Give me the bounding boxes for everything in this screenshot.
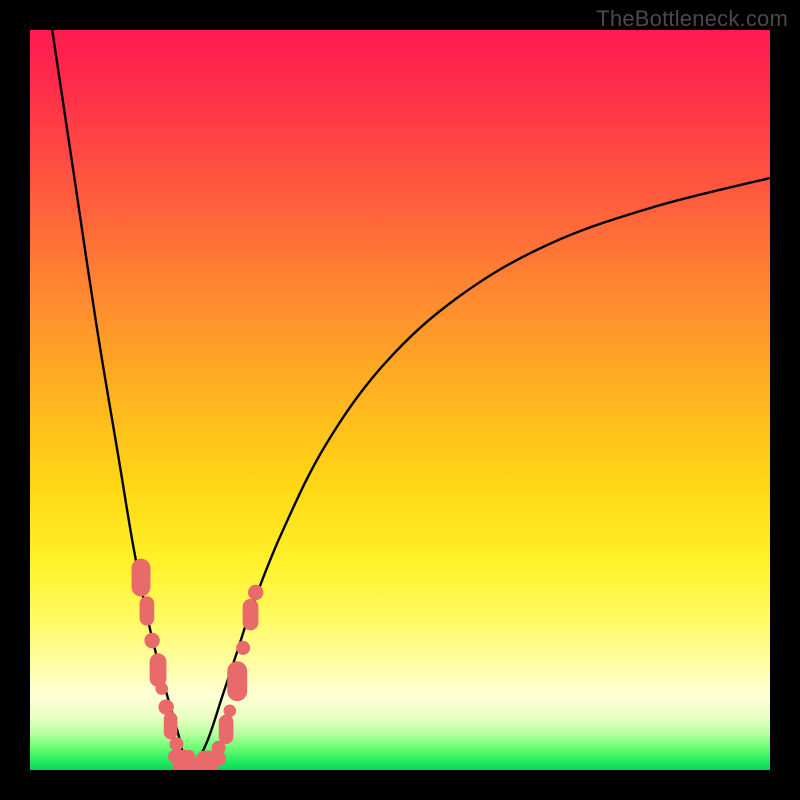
- marker-18: [248, 585, 263, 600]
- marker-6: [164, 712, 178, 739]
- plot-area: [30, 30, 770, 770]
- curve-right-branch: [193, 178, 770, 770]
- marker-4: [155, 682, 168, 695]
- marker-0: [132, 559, 151, 597]
- marker-17: [243, 599, 259, 631]
- marker-15: [227, 661, 247, 701]
- chart-frame: TheBottleneck.com: [0, 0, 800, 800]
- curve-left-branch: [52, 30, 193, 770]
- marker-2: [144, 633, 159, 648]
- data-markers: [132, 559, 264, 770]
- marker-1: [140, 596, 155, 625]
- marker-7: [170, 737, 184, 751]
- marker-16: [236, 641, 250, 655]
- marker-3: [150, 653, 167, 687]
- marker-13: [219, 715, 234, 744]
- watermark-text: TheBottleneck.com: [596, 6, 788, 32]
- marker-14: [224, 705, 237, 718]
- chart-svg: [30, 30, 770, 770]
